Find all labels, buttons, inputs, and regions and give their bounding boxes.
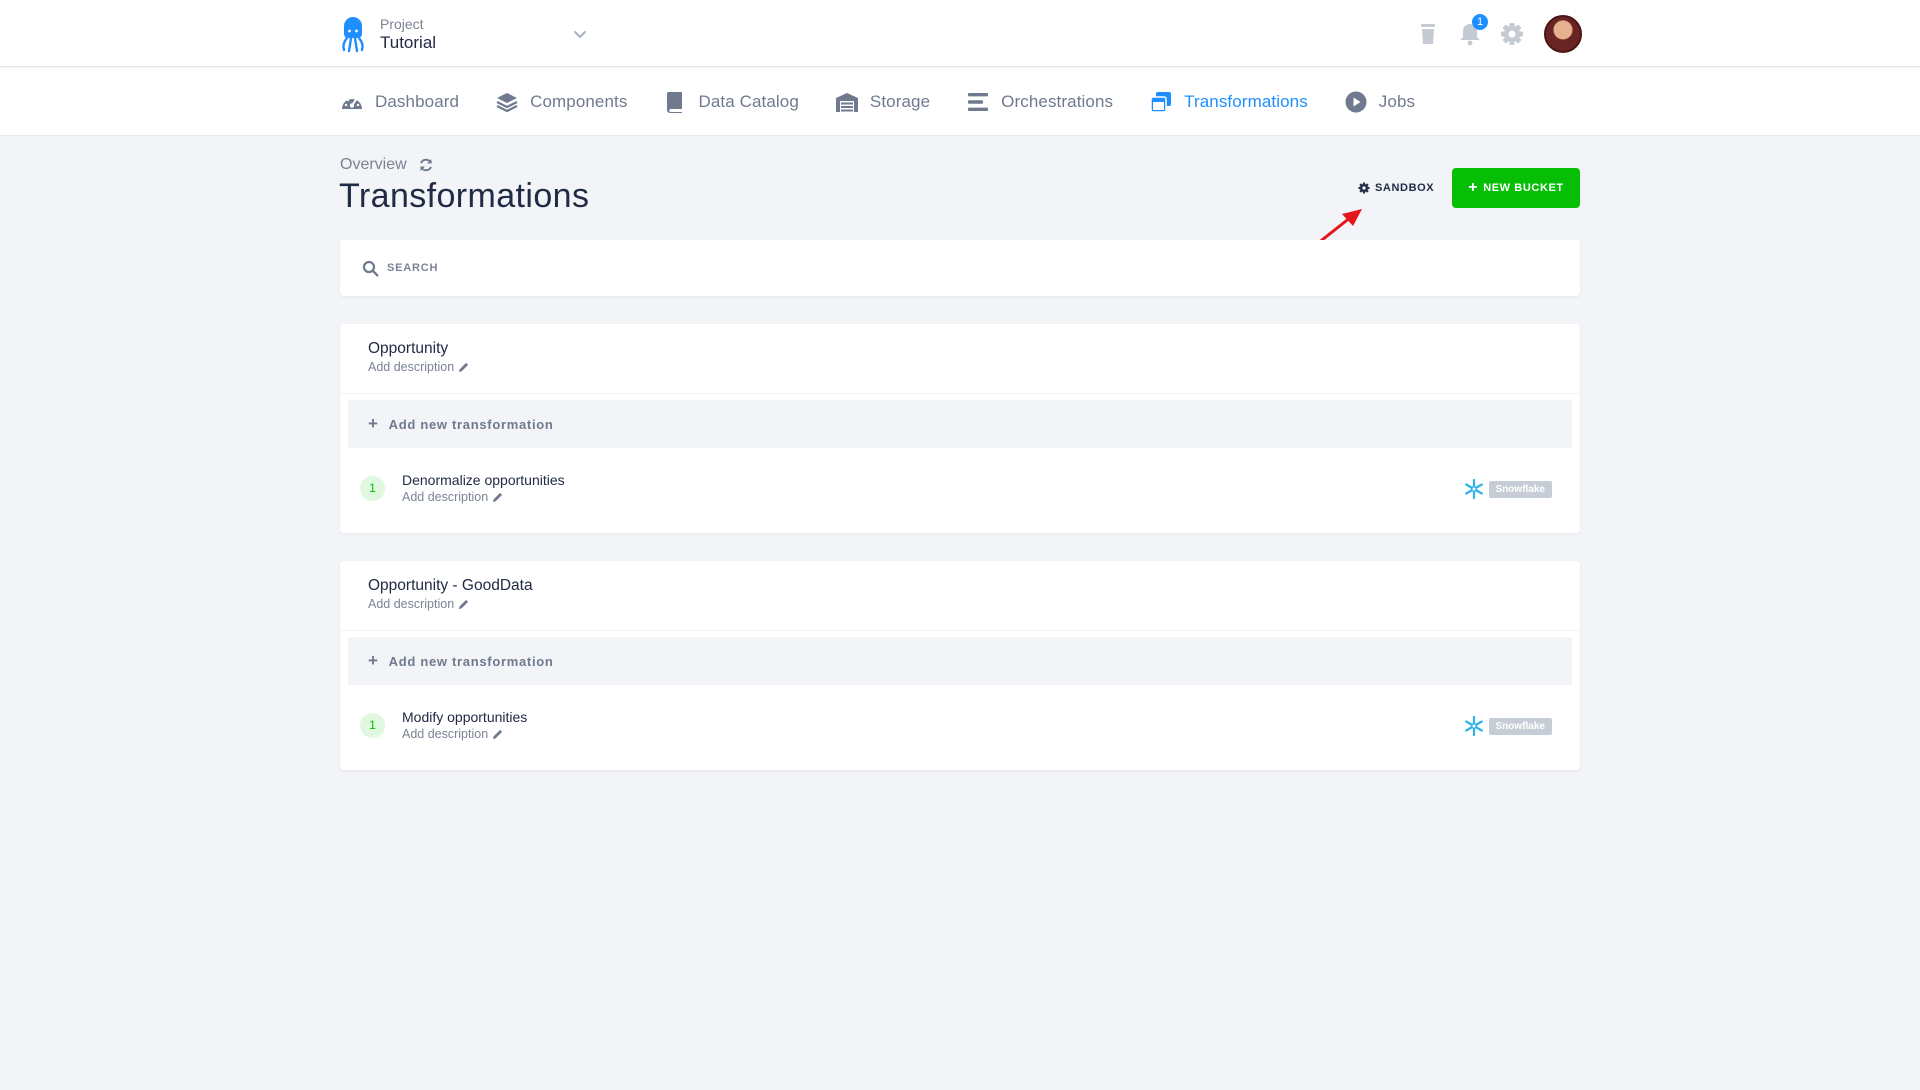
plus-icon: + [368,651,379,670]
description-text: Add description [368,360,455,374]
bucket-header[interactable]: Opportunity Add description [340,324,1580,394]
phase-badge: 1 [360,475,385,501]
bucket-description[interactable]: Add description [368,359,1552,375]
project-switcher[interactable]: Project Tutorial [340,12,586,56]
top-bar [0,0,1920,67]
description-text: Add description [402,490,489,504]
nav-item-transformations[interactable]: Transformations [1149,90,1308,114]
sandbox-label: SANDBOX [1375,182,1435,194]
gear-icon [1358,182,1370,194]
settings-button[interactable] [1498,20,1526,48]
description-text: Add description [402,727,489,741]
nav-item-orchestrations[interactable]: Orchestrations [966,90,1113,114]
top-actions: 1 [1414,14,1582,54]
warehouse-icon [835,93,858,112]
bucket-card: Opportunity - GoodData Add description +… [340,561,1580,770]
pencil-icon [459,362,469,372]
gear-icon [1501,23,1523,45]
bucket-description[interactable]: Add description [368,596,1552,612]
plus-icon: + [368,414,379,433]
breadcrumb: Overview [340,156,434,174]
main-nav: Dashboard Components Data Catalog Storag… [340,68,1451,136]
nav-label: Orchestrations [1001,92,1114,111]
breadcrumb-overview[interactable]: Overview [340,156,407,174]
keboola-logo-icon [342,17,364,53]
page-title: Transformations [339,177,590,215]
transformation-description[interactable]: Add description [402,726,527,742]
dashboard-icon [342,98,362,109]
bars-icon [968,93,989,111]
add-transformation-label: Add new transformation [388,416,554,432]
pencil-icon [493,492,503,502]
sandbox-button[interactable]: SANDBOX [1358,176,1434,200]
nav-label: Components [530,92,628,111]
transformation-row[interactable]: 1 Denormalize opportunities Add descript… [340,448,1580,528]
trash-button[interactable] [1414,20,1442,48]
bucket-header[interactable]: Opportunity - GoodData Add description [340,561,1580,631]
pencil-icon [493,729,503,739]
snowflake-icon [1464,715,1483,737]
backend-badge: Snowflake [1463,478,1552,500]
play-circle-icon [1345,91,1367,113]
backend-label: Snowflake [1488,717,1552,735]
notification-badge: 1 [1472,14,1488,30]
phase-badge: 1 [360,712,385,738]
add-transformation-button[interactable]: + Add new transformation [348,637,1572,685]
new-bucket-label: NEW BUCKET [1483,182,1564,194]
trash-icon [1421,24,1435,44]
transformation-description[interactable]: Add description [402,489,565,505]
search-bar[interactable] [340,240,1580,296]
bucket-name: Opportunity [368,340,449,357]
plus-icon: + [1468,179,1479,196]
book-icon [667,92,683,113]
chevron-down-icon[interactable] [570,24,590,44]
project-name: Tutorial [380,32,437,52]
nav-label: Jobs [1378,92,1416,111]
description-text: Add description [368,597,455,611]
layers-icon [496,93,518,113]
nav-item-components[interactable]: Components [495,90,627,114]
window-restore-icon [1150,92,1172,113]
bucket-card: Opportunity Add description + Add new tr… [340,324,1580,533]
transformation-name: Modify opportunities [402,709,528,725]
add-transformation-button[interactable]: + Add new transformation [348,400,1572,448]
nav-item-jobs[interactable]: Jobs [1344,90,1415,114]
transformation-row[interactable]: 1 Modify opportunities Add description S… [340,685,1580,765]
backend-label: Snowflake [1488,480,1552,498]
nav-label: Storage [869,92,931,111]
nav-item-dashboard[interactable]: Dashboard [340,90,459,114]
bucket-name: Opportunity - GoodData [368,577,533,594]
nav-item-data-catalog[interactable]: Data Catalog [663,90,799,114]
refresh-icon[interactable] [418,157,434,173]
add-transformation-label: Add new transformation [388,653,554,669]
new-bucket-button[interactable]: + NEW BUCKET [1452,168,1580,208]
nav-label: Data Catalog [698,92,799,111]
nav-item-storage[interactable]: Storage [835,90,930,114]
pencil-icon [459,599,469,609]
transformation-name: Denormalize opportunities [402,472,565,488]
nav-label: Dashboard [375,92,460,111]
project-label: Project [380,15,424,32]
backend-badge: Snowflake [1463,715,1552,737]
user-avatar[interactable] [1544,15,1582,53]
search-input[interactable] [387,262,1537,274]
nav-label: Transformations [1184,92,1308,111]
notifications-button[interactable]: 1 [1456,14,1488,48]
search-icon [362,260,379,276]
snowflake-icon [1464,478,1483,500]
